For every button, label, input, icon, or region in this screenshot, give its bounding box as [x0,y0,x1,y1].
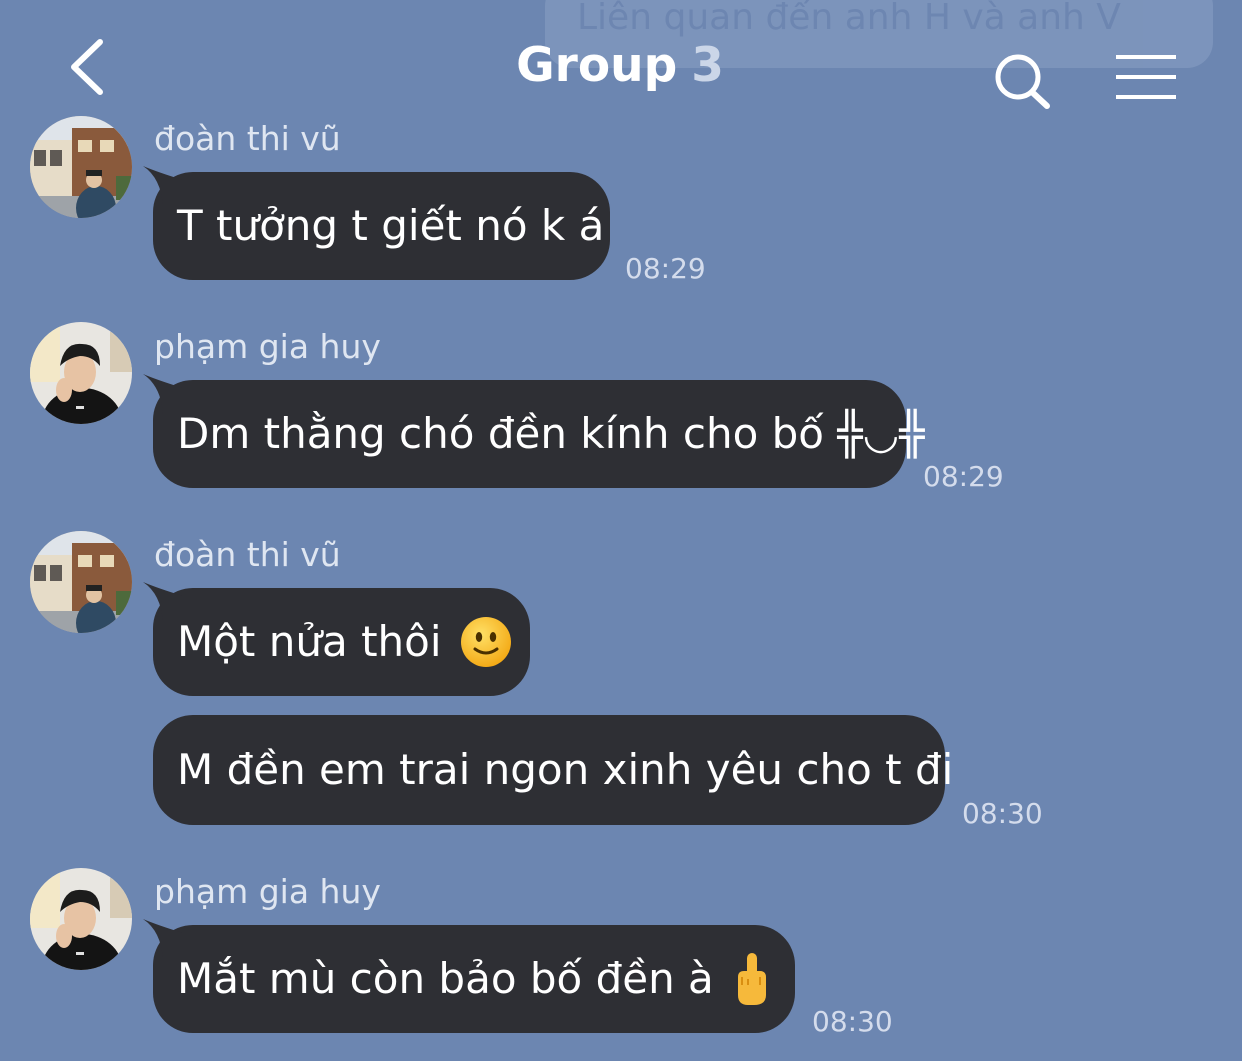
avatar-pham-gia-huy[interactable] [30,322,132,424]
bubble-tail [143,374,183,414]
member-count: 3 [691,38,724,93]
message-text: M đền em trai ngon xinh yêu cho t đi [177,745,954,794]
search-button[interactable] [992,52,1054,110]
chat-header: Group 3 [0,0,1242,130]
sender-name: phạm gia huy [154,327,381,366]
group-name: Group [516,38,678,93]
avatar-pham-gia-huy[interactable] [30,868,132,970]
slightly-smiling-face-icon [460,617,511,667]
sender-name: đoàn thi vũ [154,535,341,574]
menu-button[interactable] [1114,54,1178,100]
message-text: Mắt mù còn bảo bố đền à [177,954,714,1003]
message-bubble[interactable]: Mắt mù còn bảo bố đền à [143,919,795,1033]
message-time: 08:29 [625,252,706,285]
message-text: Dm thằng chó đền kính cho bố ╬◡╬ [177,409,925,458]
message-bubble[interactable]: T tưởng t giết nó k á [143,166,610,280]
hamburger-menu-icon [1116,55,1176,99]
message-time: 08:30 [962,797,1043,830]
message-text: T tưởng t giết nó k á [177,201,605,250]
message-time: 08:30 [812,1005,893,1038]
avatar-doan-thi-vu[interactable] [30,531,132,633]
avatar-doan-thi-vu[interactable] [30,116,132,218]
message-bubble[interactable]: Dm thằng chó đền kính cho bố ╬◡╬ [143,374,925,488]
search-icon [995,54,1050,109]
message-bubble[interactable]: Một nửa thôi [143,582,530,696]
message-text: Một nửa thôi [177,617,442,666]
sender-name: phạm gia huy [154,872,381,911]
chat-title[interactable]: Group 3 [420,42,820,89]
message-bubble[interactable]: M đền em trai ngon xinh yêu cho t đi [153,715,953,825]
bubble-tail [143,166,183,206]
back-button[interactable] [60,36,116,98]
bubble-tail [143,582,183,622]
sender-name: đoàn thi vũ [154,119,341,158]
middle-finger-icon [737,953,766,1005]
message-time: 08:29 [923,460,1004,493]
chevron-left-icon [71,39,103,95]
bubble-tail [143,919,183,959]
